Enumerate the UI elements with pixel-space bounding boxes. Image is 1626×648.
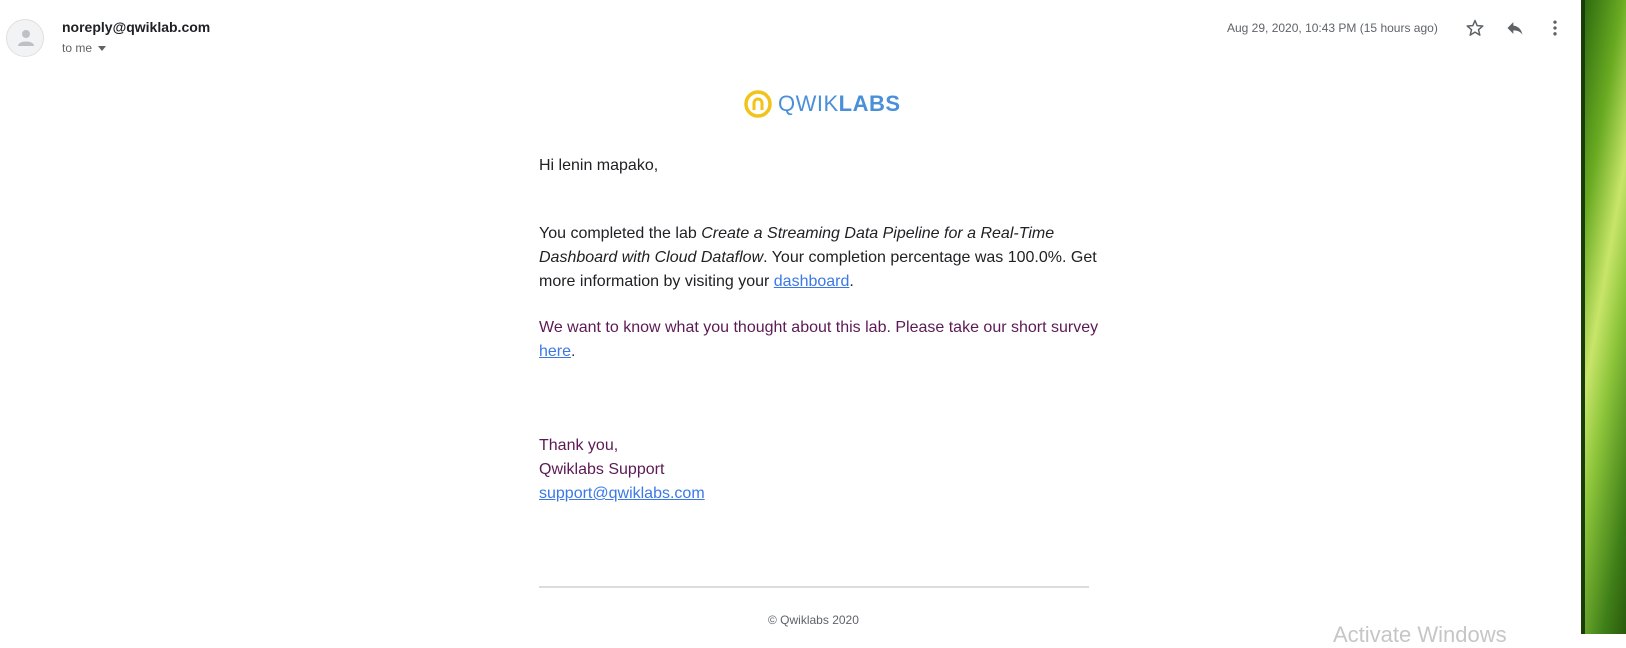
signature: Qwiklabs Support [539, 461, 665, 478]
reply-icon [1507, 22, 1523, 35]
logo-wordmark-part1: QWIK [778, 91, 839, 116]
survey-text-end: . [571, 343, 576, 360]
reply-button[interactable] [1503, 16, 1527, 40]
qwiklabs-logo-icon [744, 90, 772, 118]
survey-text: We want to know what you thought about t… [539, 319, 1099, 336]
star-icon [1466, 19, 1484, 36]
chevron-down-icon [98, 45, 107, 51]
person-icon [18, 30, 34, 46]
support-email-link[interactable]: support@qwiklabs.com [539, 485, 705, 502]
recipient-label: to me [62, 41, 93, 55]
star-button[interactable] [1463, 16, 1487, 40]
thanks-line: Thank you, [539, 437, 619, 454]
greeting: Hi lenin mapako, [539, 157, 659, 174]
sign-off: Thank you, Qwiklabs Support support@qwik… [539, 434, 1099, 506]
activate-windows-watermark: Activate Windows [1333, 622, 1507, 647]
logo-wordmark-part2: LABS [838, 91, 901, 116]
more-options-button[interactable] [1543, 16, 1567, 40]
email-date: Aug 29, 2020, 10:43 PM (15 hours ago) [1227, 21, 1438, 35]
dashboard-link[interactable]: dashboard [774, 273, 850, 290]
desktop-wallpaper [1585, 0, 1626, 634]
sender-avatar[interactable] [6, 19, 44, 57]
email-header: noreply@qwiklab.com to me Aug 29, 2020, … [0, 0, 1585, 70]
qwiklabs-logo[interactable]: QWIKLABS [744, 90, 901, 118]
completion-text-end: . [849, 273, 854, 290]
completion-text-start: You completed the lab [539, 225, 702, 242]
footer-divider [539, 586, 1089, 588]
logo-wordmark: QWIKLABS [778, 91, 901, 117]
survey-paragraph: We want to know what you thought about t… [539, 316, 1099, 364]
survey-link[interactable]: here [539, 343, 571, 360]
more-vertical-icon [1553, 20, 1557, 36]
completion-paragraph: You completed the lab Create a Streaming… [539, 222, 1099, 294]
recipient-dropdown[interactable]: to me [62, 41, 107, 55]
sender-email[interactable]: noreply@qwiklab.com [62, 19, 210, 35]
copyright: © Qwiklabs 2020 [768, 613, 859, 627]
